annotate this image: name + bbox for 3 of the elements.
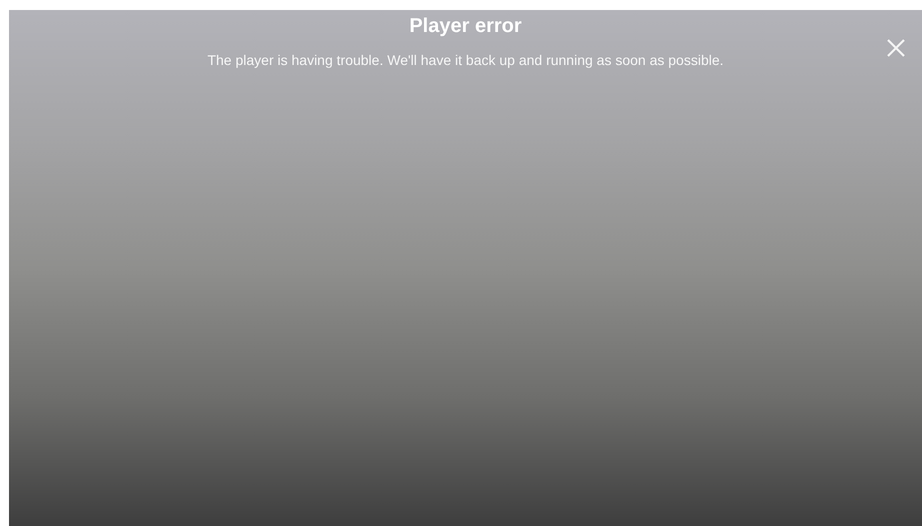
error-title: Player error: [409, 15, 522, 38]
close-icon[interactable]: [886, 38, 906, 58]
error-message: The player is having trouble. We'll have it back up and running as soon as possible.: [206, 51, 725, 70]
